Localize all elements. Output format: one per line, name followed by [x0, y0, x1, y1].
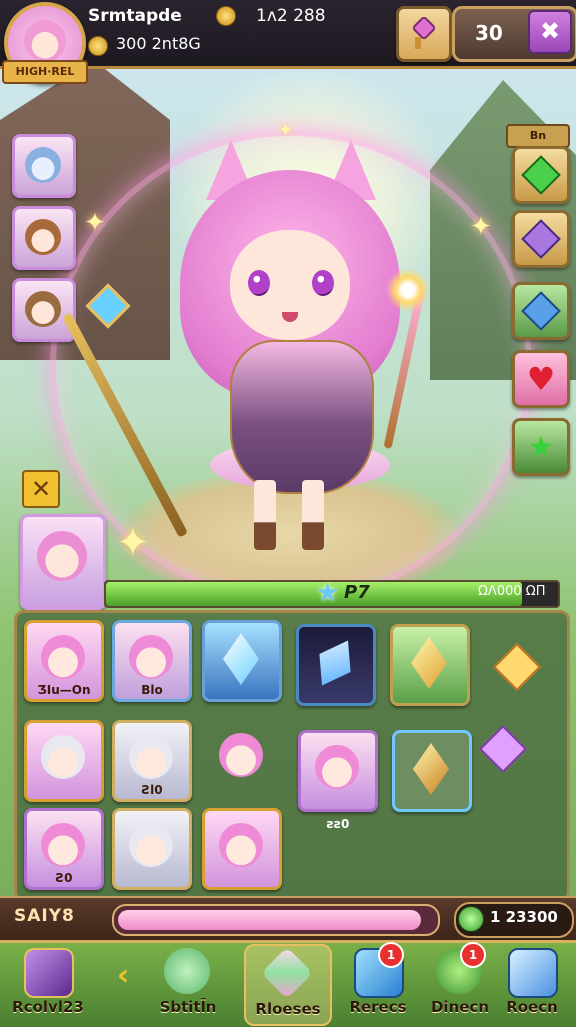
inventory-card[interactable]	[24, 720, 104, 802]
chevron-left-icon[interactable]: ‹	[106, 958, 140, 998]
hero-leg-left	[254, 480, 276, 550]
level-star-icon: ★	[316, 578, 340, 608]
player-name: Srmtapde	[88, 6, 182, 26]
purple-crystal-icon	[521, 219, 561, 259]
inventory-card[interactable]	[202, 808, 282, 890]
hero-eye-right	[312, 270, 334, 296]
inventory-card[interactable]: Blo	[112, 620, 192, 702]
skill-crystal[interactable]	[512, 210, 570, 268]
gold-value: 1ʌ2 288	[256, 6, 326, 26]
heart-icon: ♥	[526, 360, 556, 398]
inventory-card[interactable]	[202, 620, 282, 702]
level-banner: HIGH·REL	[2, 60, 88, 84]
sparkle-icon: ✦	[278, 120, 294, 141]
party-slot-2[interactable]	[12, 206, 76, 270]
inventory-card[interactable]: Ƨl0	[112, 720, 192, 802]
inventory-card[interactable]: Ƨ0	[24, 808, 104, 890]
party-slot-1[interactable]	[12, 134, 76, 198]
coins-value: 300 2nt8G	[116, 34, 201, 53]
hero-portrait	[219, 733, 263, 777]
sparkle-icon: ✦	[470, 212, 492, 242]
skill-hammer[interactable]	[512, 282, 570, 340]
card-label: ƨƨ0	[326, 817, 350, 831]
wand-glow	[386, 268, 430, 312]
nav-label: Rerecs	[349, 998, 407, 1016]
ice-shard-icon	[223, 633, 259, 685]
hero-portrait	[129, 735, 173, 779]
inventory-card[interactable]: ƷIu—On	[24, 620, 104, 702]
card-label: Blo	[141, 683, 163, 697]
party-portrait	[25, 147, 61, 183]
nav-item-rloeses[interactable]: Rloeses	[244, 944, 332, 1026]
card-label: Ƨ0	[55, 871, 73, 885]
hero-character[interactable]	[61, 140, 430, 560]
inventory-card[interactable]	[390, 624, 470, 706]
coin-icon	[88, 36, 108, 56]
blade-icon	[306, 631, 363, 694]
hero-portrait	[315, 745, 359, 789]
nav-label: Rcolvl23	[12, 998, 84, 1016]
nav-label: Sbtitl̄n	[159, 998, 217, 1016]
notification-badge: 1	[378, 942, 404, 968]
skill-star[interactable]: ★	[512, 418, 570, 476]
inventory-card[interactable]	[296, 624, 376, 706]
crystal-icon	[260, 946, 314, 1000]
hero-exp-text: ΩΛ000 ΩΠ	[478, 584, 546, 599]
frog-icon	[164, 948, 210, 994]
party-portrait	[25, 219, 61, 255]
status-label: SAIY8	[14, 906, 75, 926]
hero-leg-right	[302, 480, 324, 550]
nav-item-rcolvl23[interactable]: Rcolvl23	[6, 944, 90, 1022]
skill-green-gem[interactable]	[512, 146, 570, 204]
golden-staff-icon	[413, 743, 449, 795]
party-slot-3[interactable]	[12, 278, 76, 342]
energy-bar	[112, 904, 440, 936]
inventory-card[interactable]	[112, 808, 192, 890]
hero-portrait	[41, 823, 85, 867]
selected-hero-card[interactable]	[20, 514, 106, 610]
crystal-box-icon	[24, 948, 74, 998]
hero-portrait	[129, 823, 173, 867]
selected-hero-portrait	[37, 531, 87, 581]
bottle-icon	[508, 948, 558, 998]
party-portrait	[25, 291, 61, 327]
nav-item-sbtitln[interactable]: Sbtitl̄n	[146, 944, 230, 1022]
inventory-card[interactable]: ƨƨ0	[298, 730, 378, 831]
sparkle-icon: ✦	[116, 520, 150, 566]
notification-badge: 1	[460, 942, 486, 968]
avatar-face	[24, 20, 66, 62]
hero-dress	[230, 340, 374, 494]
card-label: ƷIu—On	[37, 683, 91, 697]
nav-item-roecn[interactable]: Roecn	[490, 944, 574, 1022]
star-icon: ★	[527, 429, 555, 465]
nav-label: Rloeses	[255, 1000, 321, 1018]
card-label: Ƨl0	[141, 783, 163, 797]
nav-label: Roecn	[506, 998, 558, 1016]
hero-hp-fill	[106, 582, 522, 606]
energy-fill	[118, 910, 422, 930]
inventory-card[interactable]	[392, 730, 472, 812]
hero-portrait	[129, 635, 173, 679]
add-currency-button[interactable]: ✖	[528, 10, 572, 54]
green-gem-icon	[521, 155, 561, 195]
counter-value: 30	[475, 21, 503, 45]
currency-value: 1 23300	[490, 908, 558, 926]
hero-eye-left	[248, 270, 270, 296]
key-icon	[412, 17, 436, 49]
crossed-swords-icon[interactable]: ✕	[22, 470, 60, 508]
hero-portrait	[41, 635, 85, 679]
gold-coin-icon	[216, 6, 236, 26]
skill-heart[interactable]: ♥	[512, 350, 570, 408]
hero-level: P7	[344, 582, 370, 603]
green-gem-icon	[458, 906, 484, 932]
hammer-icon	[521, 291, 561, 331]
gold-sword-icon	[411, 637, 447, 689]
sparkle-icon: ✦	[84, 208, 106, 238]
key-button[interactable]	[396, 6, 452, 62]
hero-portrait	[41, 735, 85, 779]
nav-item-rerecs[interactable]: 1 Rerecs	[336, 942, 420, 1022]
skill-header: Bn	[506, 124, 570, 148]
inventory-card[interactable]	[202, 718, 282, 800]
hero-portrait	[219, 823, 263, 867]
